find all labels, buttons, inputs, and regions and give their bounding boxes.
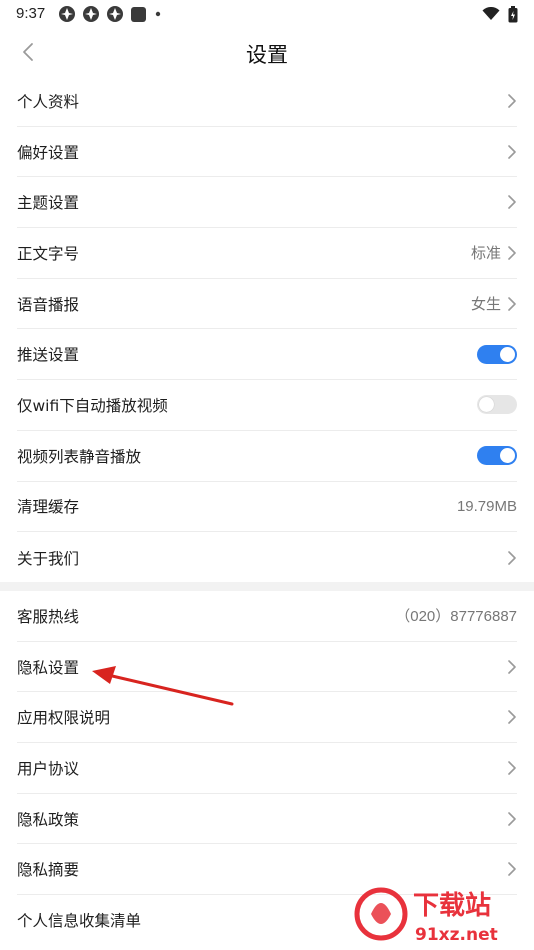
settings-row-value: 标准 bbox=[470, 245, 501, 263]
settings-row-value: 女生 bbox=[470, 296, 501, 314]
settings-group-general: 个人资料偏好设置主题设置正文字号 标准语音播报 女生推送设置仅wifi下自动播放视频… bbox=[0, 76, 534, 583]
toggle-knob bbox=[479, 397, 494, 413]
settings-row-right bbox=[507, 642, 517, 692]
settings-row-label: 语音播报 bbox=[17, 295, 80, 314]
settings-row-label: 隐私设置 bbox=[17, 658, 80, 677]
chevron-right-icon bbox=[508, 761, 516, 775]
app-notification-icon bbox=[83, 6, 99, 22]
settings-row[interactable]: 偏好设置 bbox=[17, 127, 517, 178]
notification-icons bbox=[58, 5, 163, 23]
settings-row-label: 正文字号 bbox=[17, 244, 80, 263]
settings-row[interactable]: 隐私设置 bbox=[17, 642, 517, 693]
toggle-knob bbox=[500, 346, 515, 362]
settings-row[interactable]: 用户协议 bbox=[17, 743, 517, 794]
chevron-right-icon bbox=[508, 144, 516, 159]
chevron-right-icon bbox=[508, 550, 516, 565]
chevron-right-icon bbox=[508, 296, 516, 311]
app-notification-icon bbox=[59, 6, 75, 22]
settings-row-label: 应用权限说明 bbox=[17, 709, 111, 728]
settings-row-right bbox=[507, 692, 517, 742]
settings-row-right: 女生 bbox=[471, 279, 517, 329]
settings-row[interactable]: 个人资料 bbox=[17, 76, 517, 127]
square-app-icon bbox=[131, 6, 146, 22]
settings-row-right bbox=[507, 177, 517, 227]
page-title: 设置 bbox=[246, 43, 288, 67]
settings-row-right bbox=[507, 743, 517, 793]
settings-row-label: 仅wifi下自动播放视频 bbox=[17, 396, 168, 415]
status-time: 9:37 bbox=[16, 5, 46, 22]
settings-row-label: 推送设置 bbox=[17, 346, 80, 365]
toggle-switch[interactable] bbox=[477, 446, 517, 466]
settings-row-right: 标准 bbox=[471, 228, 517, 278]
status-bar: 9:37 bbox=[0, 0, 534, 28]
settings-row[interactable]: 视频列表静音播放 bbox=[17, 431, 517, 482]
watermark-url: 91xz.net bbox=[415, 925, 498, 945]
settings-row-right: （020）87776887 bbox=[395, 591, 517, 641]
settings-row-label: 视频列表静音播放 bbox=[17, 447, 142, 466]
settings-row[interactable]: 清理缓存 19.79MB bbox=[17, 482, 517, 533]
settings-row-right bbox=[477, 329, 517, 379]
settings-row[interactable]: 应用权限说明 bbox=[17, 692, 517, 744]
settings-row[interactable]: 隐私政策 bbox=[17, 794, 517, 845]
battery-icon bbox=[508, 5, 518, 22]
settings-row-label: 隐私政策 bbox=[17, 810, 80, 829]
settings-row-label: 客服热线 bbox=[17, 607, 80, 626]
chevron-right-icon bbox=[508, 710, 516, 725]
chevron-right-icon bbox=[508, 862, 516, 877]
settings-row-label: 个人信息收集清单 bbox=[17, 912, 142, 931]
chevron-right-icon bbox=[508, 811, 516, 826]
settings-row-right bbox=[477, 431, 517, 481]
settings-row-label: 主题设置 bbox=[17, 194, 80, 213]
settings-row-right bbox=[507, 532, 517, 583]
chevron-right-icon bbox=[508, 195, 516, 210]
settings-row-label: 个人资料 bbox=[17, 92, 80, 111]
settings-row-right bbox=[477, 380, 517, 430]
settings-row-right bbox=[507, 794, 517, 844]
settings-row-right bbox=[507, 127, 517, 177]
settings-row-right: 19.79MB bbox=[457, 482, 517, 532]
app-notification-icon bbox=[107, 6, 123, 22]
watermark-logo: 下载站 91xz.net bbox=[353, 884, 528, 946]
settings-row[interactable]: 仅wifi下自动播放视频 bbox=[17, 380, 517, 431]
wifi-icon bbox=[482, 7, 500, 20]
settings-row[interactable]: 推送设置 bbox=[17, 329, 517, 381]
chevron-right-icon bbox=[508, 659, 516, 674]
settings-row-right bbox=[507, 76, 517, 126]
settings-row-label: 关于我们 bbox=[17, 549, 80, 568]
settings-row[interactable]: 主题设置 bbox=[17, 177, 517, 229]
status-right-icons bbox=[482, 5, 518, 23]
toggle-switch[interactable] bbox=[477, 395, 517, 415]
settings-row-label: 偏好设置 bbox=[17, 143, 80, 162]
section-divider bbox=[0, 582, 534, 591]
chevron-right-icon bbox=[508, 246, 516, 260]
toggle-switch[interactable] bbox=[477, 344, 517, 364]
dot-icon bbox=[155, 11, 161, 17]
settings-row[interactable]: 语音播报 女生 bbox=[17, 279, 517, 330]
header-bar: 设置 bbox=[0, 28, 534, 76]
settings-row[interactable]: 客服热线 （020）87776887 bbox=[17, 591, 517, 642]
settings-row-label: 清理缓存 bbox=[17, 498, 80, 517]
settings-row-label: 用户协议 bbox=[17, 759, 80, 778]
settings-row-value: （020）87776887 bbox=[395, 608, 517, 626]
watermark-brand: 下载站 bbox=[413, 891, 491, 921]
chevron-right-icon bbox=[508, 94, 516, 108]
settings-row-value: 19.79MB bbox=[456, 497, 517, 515]
settings-row-label: 隐私摘要 bbox=[17, 861, 80, 880]
toggle-knob bbox=[500, 448, 515, 464]
settings-row[interactable]: 正文字号 标准 bbox=[17, 228, 517, 279]
watermark-graphic: 下载站 91xz.net bbox=[354, 887, 498, 945]
settings-row[interactable]: 关于我们 bbox=[17, 532, 517, 583]
